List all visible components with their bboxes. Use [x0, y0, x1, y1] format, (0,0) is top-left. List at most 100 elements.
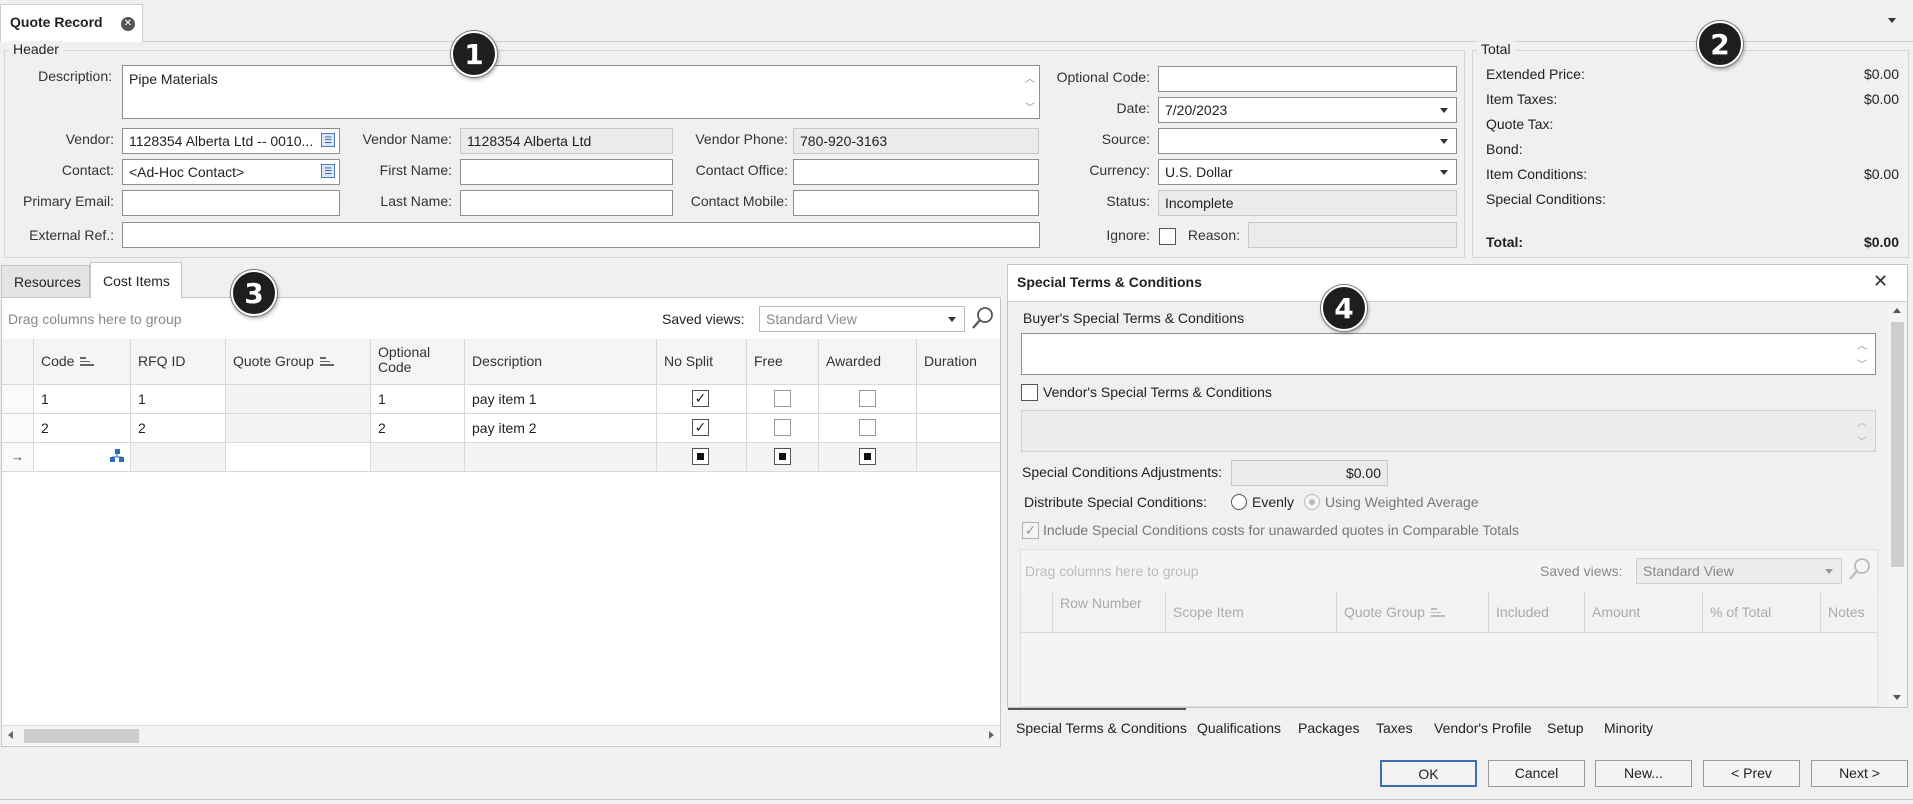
- bottom-tab-special-terms[interactable]: Special Terms & Conditions: [1016, 720, 1187, 736]
- scroll-up-arrow-icon[interactable]: [1893, 308, 1901, 313]
- vendors-terms-checkbox[interactable]: [1021, 384, 1038, 401]
- new-row-optional-code[interactable]: [371, 443, 465, 472]
- weighted-average-radio: [1304, 494, 1320, 510]
- callout-badge-2: 2: [1697, 21, 1743, 67]
- table-row-2-quote-group[interactable]: [226, 414, 371, 443]
- row-1-awarded-checkbox[interactable]: [859, 390, 876, 407]
- currency-dropdown[interactable]: U.S. Dollar: [1158, 159, 1457, 185]
- bottom-tab-minority[interactable]: Minority: [1604, 720, 1653, 736]
- tab-overflow-chevron-icon[interactable]: [1888, 18, 1896, 23]
- bottom-tab-vendors-profile[interactable]: Vendor's Profile: [1434, 720, 1532, 736]
- row-2-awarded-checkbox[interactable]: [859, 419, 876, 436]
- window-bottom-border: [0, 799, 1913, 800]
- hierarchy-picker-icon[interactable]: [110, 449, 124, 463]
- sort-lines-icon: [80, 357, 95, 367]
- primary-email-field[interactable]: [122, 190, 340, 216]
- new-button[interactable]: New...: [1595, 760, 1692, 787]
- next-button[interactable]: Next >: [1811, 760, 1908, 787]
- new-row-indicator[interactable]: →: [2, 443, 34, 472]
- vendor-lookup-icon[interactable]: ☰: [321, 133, 335, 147]
- ignore-checkbox[interactable]: [1159, 228, 1176, 245]
- date-picker[interactable]: 7/20/2023: [1158, 97, 1457, 123]
- table-row-1-quote-group[interactable]: [226, 385, 371, 414]
- search-icon[interactable]: [971, 306, 995, 330]
- table-row-1-rfq-id[interactable]: 1: [131, 385, 226, 414]
- vendor-phone-label: Vendor Phone:: [695, 131, 788, 147]
- row-indicator[interactable]: [2, 414, 34, 443]
- table-row-2-rfq-id[interactable]: 2: [131, 414, 226, 443]
- row-1-free-checkbox[interactable]: [774, 390, 791, 407]
- column-header-no-split[interactable]: No Split: [657, 339, 747, 385]
- row-2-free-checkbox[interactable]: [774, 419, 791, 436]
- bottom-tab-setup[interactable]: Setup: [1547, 720, 1584, 736]
- contact-office-field[interactable]: [793, 159, 1039, 185]
- vendor-field[interactable]: 1128354 Alberta Ltd -- 0010...: [122, 128, 340, 154]
- column-header-quote-group[interactable]: Quote Group: [226, 339, 371, 385]
- bottom-tab-qualifications[interactable]: Qualifications: [1197, 720, 1281, 736]
- tab-cost-items[interactable]: Cost Items: [90, 262, 182, 298]
- new-row-awarded-checkbox[interactable]: [859, 448, 876, 465]
- row-indicator[interactable]: [2, 385, 34, 414]
- new-row-quote-group[interactable]: [226, 443, 371, 472]
- scroll-up-arrow-icon[interactable]: ︿: [1025, 70, 1035, 85]
- table-row-2-optional-code[interactable]: 2: [371, 414, 465, 443]
- saved-views-dropdown[interactable]: Standard View: [759, 306, 965, 332]
- column-header-optional-code[interactable]: Optional Code: [371, 339, 465, 385]
- new-row-description[interactable]: [465, 443, 657, 472]
- last-name-field[interactable]: [460, 190, 673, 216]
- new-row-rfq-id[interactable]: [131, 443, 226, 472]
- scroll-down-arrow-icon[interactable]: ﹀: [1025, 99, 1035, 114]
- source-dropdown[interactable]: [1158, 128, 1457, 154]
- scroll-down-arrow-icon[interactable]: [1893, 695, 1901, 700]
- scroll-up-arrow-icon[interactable]: ︿: [1857, 337, 1867, 352]
- ok-button[interactable]: OK: [1380, 760, 1477, 787]
- contact-mobile-field[interactable]: [793, 190, 1039, 216]
- optional-code-field[interactable]: [1158, 66, 1457, 92]
- scroll-right-arrow-icon[interactable]: [989, 731, 994, 739]
- status-value: Incomplete: [1165, 195, 1234, 211]
- row-1-no-split-checkbox[interactable]: ✓: [692, 390, 709, 407]
- row-2-no-split-checkbox[interactable]: ✓: [692, 419, 709, 436]
- conditions-column-percent-of-total-label: % of Total: [1710, 604, 1772, 620]
- close-icon[interactable]: ✕: [1873, 271, 1888, 292]
- scrollbar-thumb[interactable]: [24, 729, 139, 743]
- column-header-description[interactable]: Description: [465, 339, 657, 385]
- tab-resources[interactable]: Resources: [1, 265, 90, 297]
- contact-field[interactable]: <Ad-Hoc Contact>: [122, 159, 340, 185]
- bottom-tab-taxes[interactable]: Taxes: [1376, 720, 1413, 736]
- contact-lookup-icon[interactable]: ☰: [321, 164, 335, 178]
- column-header-code[interactable]: Code: [34, 339, 131, 385]
- bottom-tab-packages[interactable]: Packages: [1298, 720, 1359, 736]
- description-field[interactable]: Pipe Materials ︿ ﹀: [122, 65, 1040, 119]
- column-header-rfq-id[interactable]: RFQ ID: [131, 339, 226, 385]
- horizontal-scrollbar[interactable]: [2, 725, 1000, 745]
- new-row-free-checkbox[interactable]: [774, 448, 791, 465]
- new-row-no-split-checkbox[interactable]: [692, 448, 709, 465]
- special-conditions-label: Special Conditions:: [1486, 191, 1606, 207]
- first-name-field[interactable]: [460, 159, 673, 185]
- buyers-terms-field[interactable]: ︿ ﹀: [1021, 333, 1876, 375]
- table-row-2-code[interactable]: 2: [34, 414, 131, 443]
- column-header-duration[interactable]: Duration: [917, 339, 1000, 385]
- document-tab-quote-record[interactable]: Quote Record ✕: [0, 4, 143, 42]
- table-row-1-code[interactable]: 1: [34, 385, 131, 414]
- close-tab-icon[interactable]: ✕: [121, 17, 135, 31]
- special-terms-vertical-scrollbar[interactable]: [1888, 302, 1907, 707]
- callout-badge-3: 3: [231, 270, 277, 316]
- table-row-2-duration[interactable]: [917, 414, 1000, 443]
- new-row-duration[interactable]: [917, 443, 1000, 472]
- column-header-awarded[interactable]: Awarded: [819, 339, 917, 385]
- table-row-1-description[interactable]: pay item 1: [465, 385, 657, 414]
- column-header-free[interactable]: Free: [747, 339, 819, 385]
- scroll-down-arrow-icon[interactable]: ﹀: [1857, 356, 1867, 371]
- evenly-radio[interactable]: [1231, 494, 1247, 510]
- cancel-button[interactable]: Cancel: [1488, 760, 1585, 787]
- table-row-2-description[interactable]: pay item 2: [465, 414, 657, 443]
- scrollbar-thumb[interactable]: [1891, 322, 1904, 567]
- table-row-1-duration[interactable]: [917, 385, 1000, 414]
- scroll-left-arrow-icon[interactable]: [8, 731, 13, 739]
- bottom-tab-active-indicator: [1008, 708, 1186, 710]
- external-ref-field[interactable]: [122, 222, 1040, 248]
- prev-button[interactable]: < Prev: [1703, 760, 1800, 787]
- table-row-1-optional-code[interactable]: 1: [371, 385, 465, 414]
